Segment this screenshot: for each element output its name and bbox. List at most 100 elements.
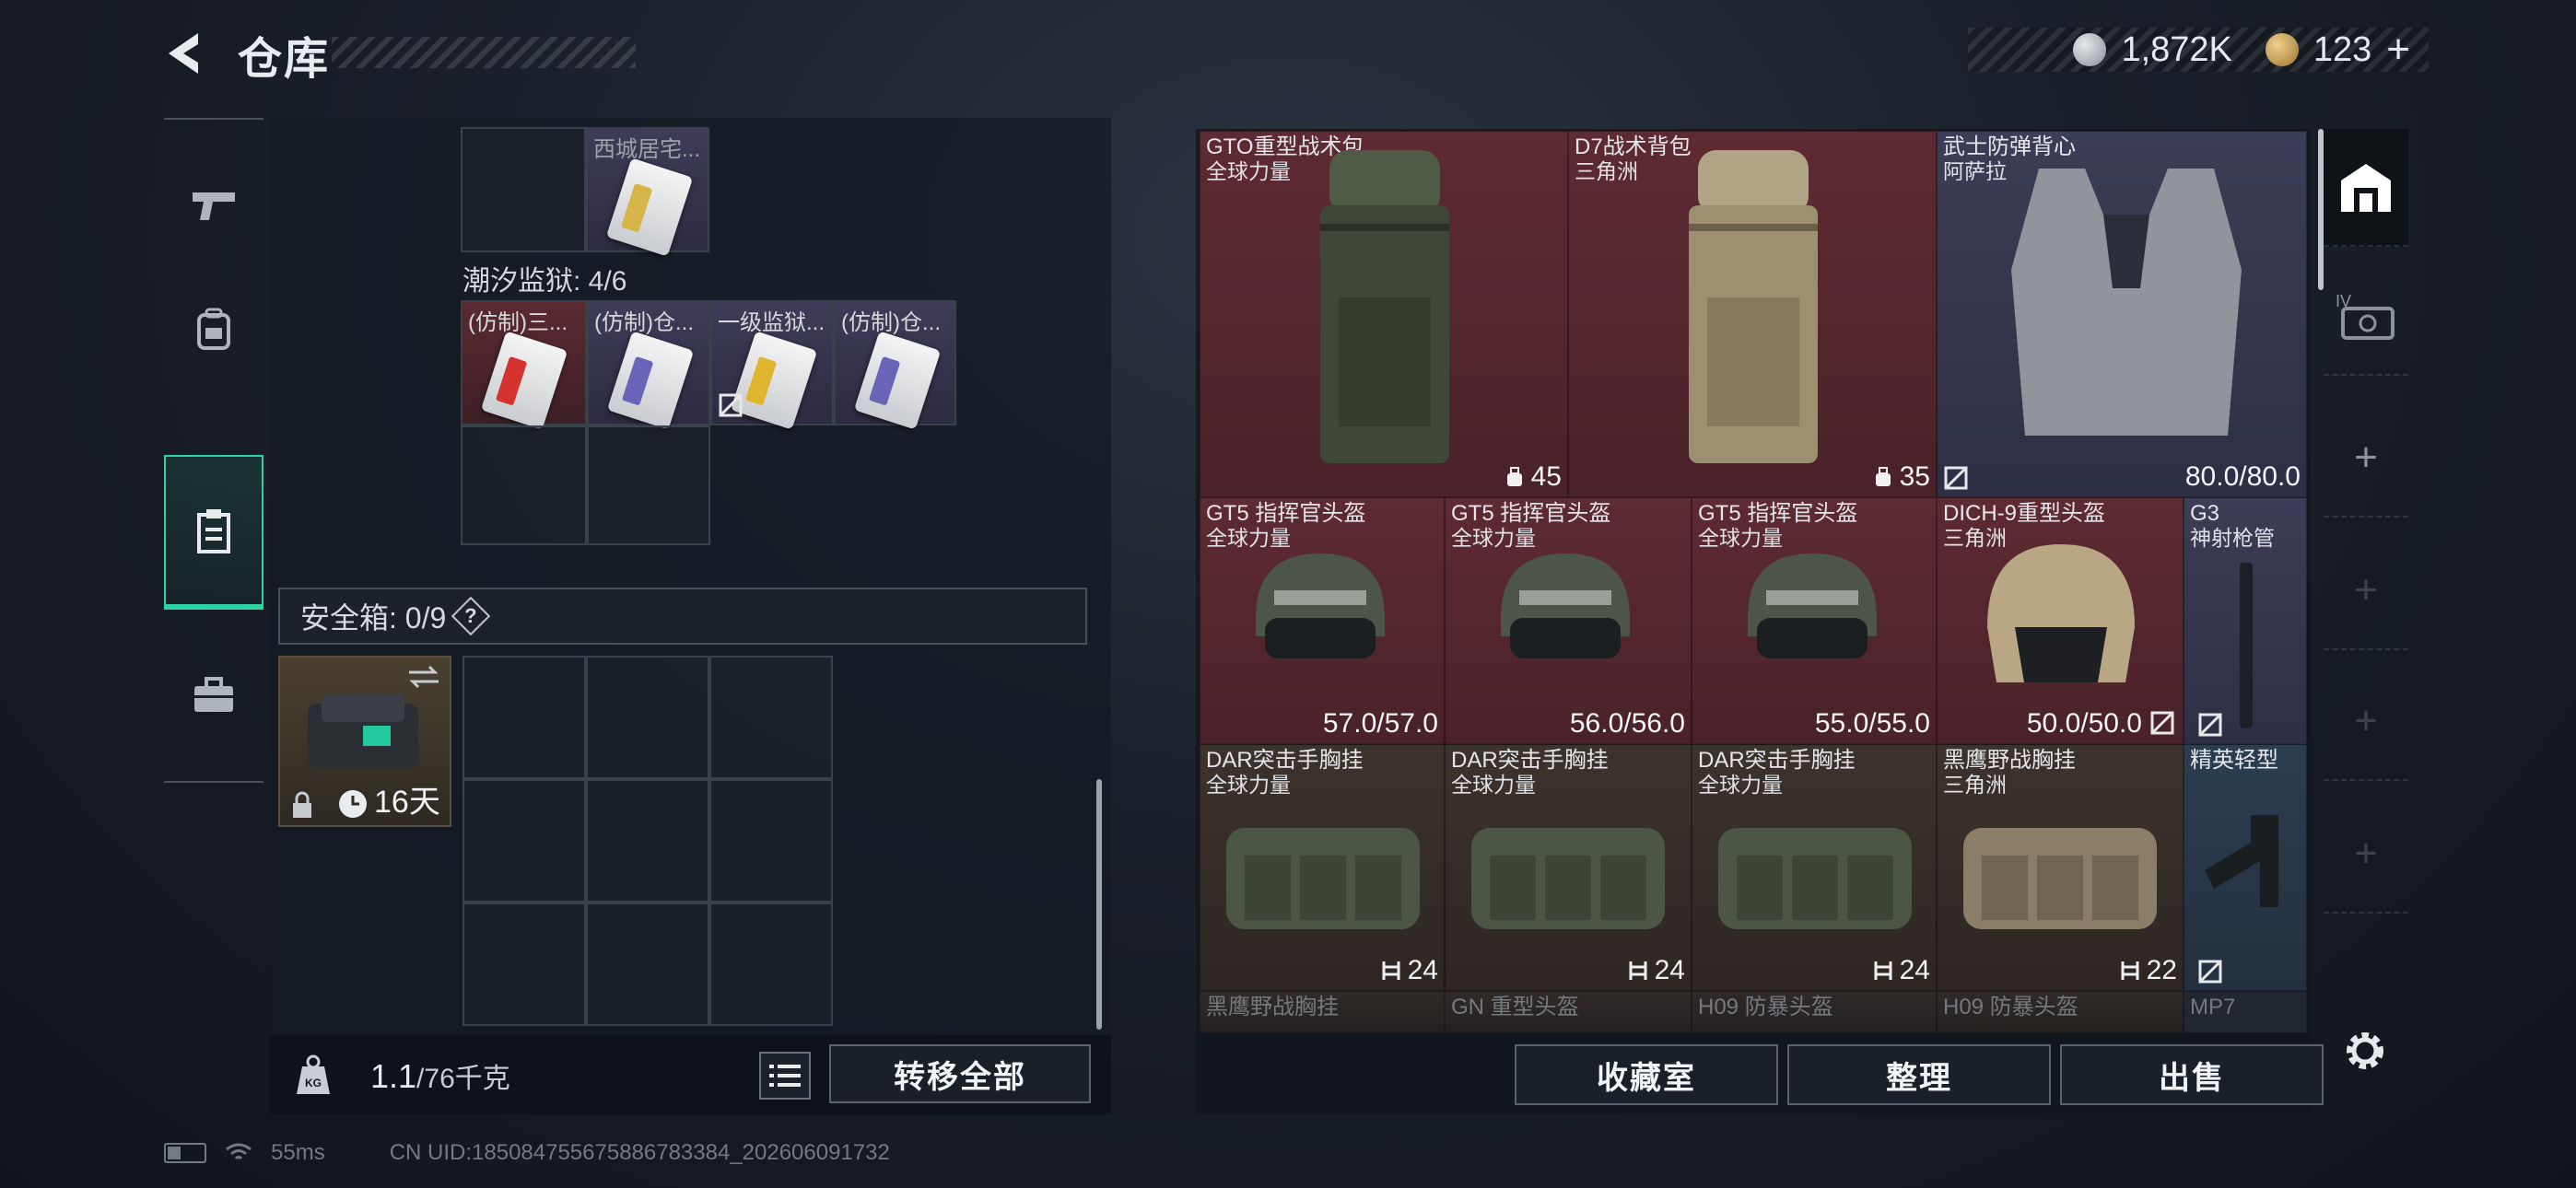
safe-slot[interactable] (709, 779, 833, 903)
prison-key-1[interactable]: (仿制)三... (461, 300, 587, 430)
back-arrow-icon (169, 33, 198, 74)
inventory-item[interactable]: GT5 指挥官头盔 全球力量 57.0/57.0 (1200, 497, 1445, 744)
gear-icon (2347, 1032, 2383, 1069)
no-trade-icon (2150, 711, 2174, 735)
safe-slot[interactable] (463, 656, 586, 779)
inventory-item[interactable]: GTO重型战术包 全球力量 45 (1200, 131, 1568, 497)
backpack-icon (197, 308, 230, 350)
nav-equipment[interactable] (164, 278, 263, 379)
slots-icon (1382, 961, 1400, 980)
safe-slot[interactable] (586, 903, 709, 1026)
safe-slot[interactable] (586, 779, 709, 903)
inventory-item[interactable]: G3 神射枪管 (2184, 497, 2307, 744)
nav-toolbox[interactable] (164, 645, 263, 746)
list-view-button[interactable] (759, 1052, 811, 1100)
sell-button[interactable]: 出售 (2060, 1044, 2324, 1105)
inventory-item[interactable]: 黑鹰野战胸挂 (1200, 991, 1445, 1033)
inventory-item[interactable]: GT5 指挥官头盔 全球力量 55.0/55.0 (1692, 497, 1937, 744)
add-currency-button[interactable]: + (2386, 27, 2410, 73)
transfer-all-button[interactable]: 转移全部 (829, 1044, 1091, 1103)
backpack-item-icon (1689, 150, 1818, 463)
swap-icon[interactable] (405, 663, 442, 691)
prison-label: 潮汐监狱: 4/6 (463, 266, 627, 297)
warehouse-icon (2341, 164, 2391, 212)
safe-box-item[interactable]: 16天 (278, 656, 451, 827)
status-bar: 55ms CN UID:185084755675886783384_202606… (164, 1136, 890, 1170)
no-trade-icon (1944, 466, 1968, 490)
help-icon[interactable]: ? (451, 596, 491, 636)
svg-text:KG: KG (305, 1077, 322, 1089)
safe-slot[interactable] (463, 779, 586, 903)
inventory-item[interactable]: GN 重型头盔 (1445, 991, 1692, 1033)
inventory-item[interactable]: DAR突击手胸挂 全球力量 24 (1445, 744, 1692, 991)
inventory-item[interactable]: H09 防暴头盔 (1692, 991, 1937, 1033)
safe-case-icon (308, 694, 418, 768)
prison-key-3[interactable]: 一级监狱... (710, 300, 834, 430)
weight-icon: KG (297, 1054, 330, 1094)
keycard-icon (605, 157, 694, 257)
plus-icon: + (2354, 435, 2378, 480)
back-button[interactable] (161, 26, 217, 81)
weight-readout: 1.1/76千克 (370, 1057, 510, 1095)
clipboard-icon (197, 509, 230, 553)
add-container-button[interactable]: + (2324, 796, 2408, 914)
empty-slot[interactable] (587, 425, 710, 545)
silver-amount: 1,872K (2121, 29, 2232, 69)
ping-text: 55ms (271, 1140, 325, 1165)
warehouse-tab[interactable] (2324, 129, 2408, 247)
settings-button[interactable] (2340, 1026, 2390, 1076)
chest-rig-icon (1963, 828, 2157, 929)
prison-key-2[interactable]: (仿制)仓... (587, 300, 710, 430)
slots-icon (1874, 961, 1892, 980)
inventory-item[interactable]: GT5 指挥官头盔 全球力量 56.0/56.0 (1445, 497, 1692, 744)
add-container-button[interactable]: + (2324, 663, 2408, 781)
add-container-button[interactable]: + (2324, 532, 2408, 650)
plus-icon: + (2354, 698, 2378, 743)
nav-weapons[interactable] (164, 155, 263, 256)
inventory-item[interactable]: 精英轻型 (2184, 744, 2307, 991)
empty-slot[interactable] (461, 127, 586, 252)
safe-slot[interactable] (463, 903, 586, 1026)
inventory-item[interactable]: 武士防弹背心 阿萨拉 80.0/80.0 (1937, 131, 2307, 497)
slots-icon (2121, 961, 2139, 980)
inventory-item[interactable]: DICH-9重型头盔 三角洲 50.0/50.0 (1937, 497, 2184, 744)
keycard-slot[interactable]: 西城居宅... (586, 127, 709, 257)
clock-icon (339, 790, 367, 818)
keycard-icon (480, 331, 568, 430)
empty-slot[interactable] (461, 425, 587, 545)
collection-room-button[interactable]: 收藏室 (1515, 1044, 1778, 1105)
safe-slot[interactable] (709, 656, 833, 779)
left-scrollbar[interactable] (1096, 779, 1102, 1030)
inventory-item[interactable]: DAR突击手胸挂 全球力量 24 (1200, 744, 1445, 991)
pistol-icon (193, 192, 235, 220)
uid-text: CN UID:185084755675886783384_20260609173… (389, 1140, 890, 1165)
gold-coin-icon (2265, 33, 2299, 66)
container-nav: IV + + + + (2324, 129, 2408, 1050)
safe-box-label: 安全箱: 0/9 (300, 601, 447, 635)
organize-button[interactable]: 整理 (1787, 1044, 2051, 1105)
helmet-item-icon (1256, 553, 1385, 658)
plus-icon: + (2354, 567, 2378, 612)
inventory-item[interactable]: DAR突击手胸挂 全球力量 24 (1692, 744, 1937, 991)
keycard-icon (853, 331, 942, 430)
gold-amount: 123 (2313, 29, 2372, 69)
inventory-item[interactable]: MP7 (2184, 991, 2307, 1033)
no-trade-icon (2198, 960, 2222, 984)
case-icon: IV (2336, 292, 2395, 340)
chest-rig-icon (1226, 828, 1420, 929)
inventory-item[interactable]: D7战术背包 三角洲 35 (1568, 131, 1937, 497)
battery-icon (164, 1143, 206, 1163)
category-nav (164, 118, 263, 783)
inventory-item[interactable]: 黑鹰野战胸挂 三角洲 22 (1937, 744, 2184, 991)
case-tab[interactable]: IV (2324, 258, 2408, 376)
chest-rig-icon (1718, 828, 1912, 929)
toolbox-icon (194, 677, 233, 712)
inventory-item[interactable]: H09 防暴头盔 (1937, 991, 2184, 1033)
safe-slot[interactable] (709, 903, 833, 1026)
safe-slot[interactable] (586, 656, 709, 779)
prison-key-4[interactable]: (仿制)仓... (834, 300, 956, 430)
safe-box-header: 安全箱: 0/9 ? (278, 588, 1087, 645)
nav-items[interactable] (164, 455, 263, 610)
chest-rig-icon (1471, 828, 1665, 929)
add-container-button[interactable]: + (2324, 400, 2408, 518)
